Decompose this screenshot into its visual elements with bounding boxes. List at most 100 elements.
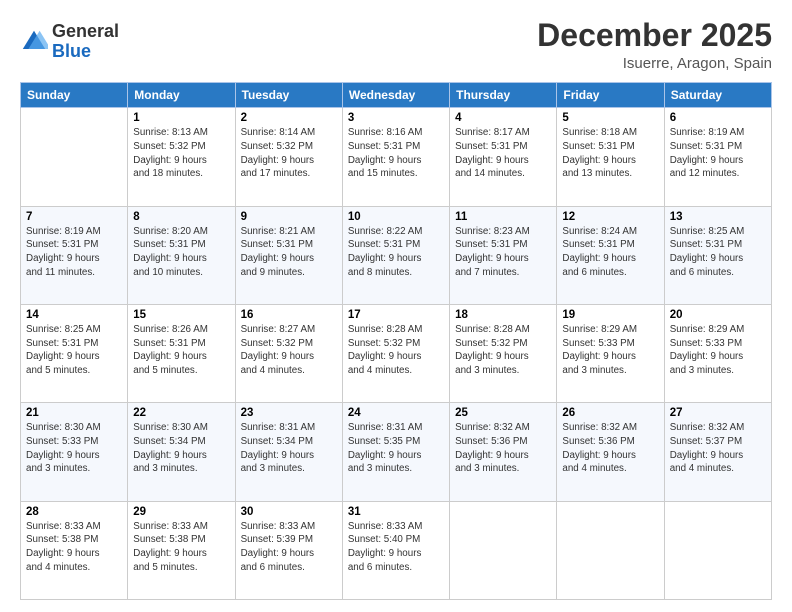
- calendar-table: SundayMondayTuesdayWednesdayThursdayFrid…: [20, 82, 772, 600]
- calendar-day-header: Sunday: [21, 83, 128, 108]
- day-number: 14: [26, 309, 122, 321]
- day-number: 12: [562, 211, 658, 223]
- day-number: 23: [241, 407, 337, 419]
- day-info: Sunrise: 8:33 AMSunset: 5:40 PMDaylight:…: [348, 520, 444, 575]
- day-info: Sunrise: 8:29 AMSunset: 5:33 PMDaylight:…: [670, 323, 766, 378]
- day-info: Sunrise: 8:29 AMSunset: 5:33 PMDaylight:…: [562, 323, 658, 378]
- calendar-week-row: 1Sunrise: 8:13 AMSunset: 5:32 PMDaylight…: [21, 108, 772, 206]
- day-number: 29: [133, 506, 229, 518]
- logo-text: General Blue: [52, 22, 119, 62]
- title-block: December 2025 Isuerre, Aragon, Spain: [537, 18, 772, 72]
- calendar-day-header: Saturday: [664, 83, 771, 108]
- calendar-cell: 25 Sunrise: 8:32 AMSunset: 5:36 PMDayligh…: [450, 403, 557, 501]
- day-number: 9: [241, 211, 337, 223]
- calendar-cell: 5Sunrise: 8:18 AMSunset: 5:31 PMDaylight…: [557, 108, 664, 206]
- calendar-week-row: 14 Sunrise: 8:25 AMSunset: 5:31 PMDayligh…: [21, 304, 772, 402]
- calendar-cell: 17 Sunrise: 8:28 AMSunset: 5:32 PMDayligh…: [342, 304, 449, 402]
- calendar-cell: 21Sunrise: 8:30 AMSunset: 5:33 PMDayligh…: [21, 403, 128, 501]
- calendar-header-row: SundayMondayTuesdayWednesdayThursdayFrid…: [21, 83, 772, 108]
- day-info: Sunrise: 8:32 AMSunset: 5:36 PMDaylight:…: [455, 421, 551, 476]
- day-number: 7: [26, 211, 122, 223]
- calendar-cell: [664, 501, 771, 599]
- calendar-cell: 11 Sunrise: 8:23 AMSunset: 5:31 PMDayligh…: [450, 206, 557, 304]
- calendar-day-header: Friday: [557, 83, 664, 108]
- day-number: 8: [133, 211, 229, 223]
- day-info: Sunrise: 8:31 AMSunset: 5:34 PMDaylight:…: [241, 421, 337, 476]
- day-info: Sunrise: 8:22 AMSunset: 5:31 PMDaylight:…: [348, 225, 444, 280]
- calendar-cell: 15Sunrise: 8:26 AMSunset: 5:31 PMDayligh…: [128, 304, 235, 402]
- calendar-cell: 30 Sunrise: 8:33 AMSunset: 5:39 PMDayligh…: [235, 501, 342, 599]
- calendar-day-header: Tuesday: [235, 83, 342, 108]
- calendar-cell: 10 Sunrise: 8:22 AMSunset: 5:31 PMDayligh…: [342, 206, 449, 304]
- day-number: 10: [348, 211, 444, 223]
- logo-general: General: [52, 22, 119, 42]
- day-number: 28: [26, 506, 122, 518]
- calendar-cell: 27Sunrise: 8:32 AMSunset: 5:37 PMDayligh…: [664, 403, 771, 501]
- logo: General Blue: [20, 22, 119, 62]
- day-info: Sunrise: 8:23 AMSunset: 5:31 PMDaylight:…: [455, 225, 551, 280]
- calendar-cell: 1Sunrise: 8:13 AMSunset: 5:32 PMDaylight…: [128, 108, 235, 206]
- day-number: 24: [348, 407, 444, 419]
- calendar-cell: 23 Sunrise: 8:31 AMSunset: 5:34 PMDayligh…: [235, 403, 342, 501]
- calendar-cell: 31 Sunrise: 8:33 AMSunset: 5:40 PMDayligh…: [342, 501, 449, 599]
- day-number: 3: [348, 112, 444, 124]
- day-number: 17: [348, 309, 444, 321]
- month-title: December 2025: [537, 18, 772, 53]
- day-number: 30: [241, 506, 337, 518]
- calendar-cell: 18Sunrise: 8:28 AMSunset: 5:32 PMDayligh…: [450, 304, 557, 402]
- day-info: Sunrise: 8:30 AMSunset: 5:34 PMDaylight:…: [133, 421, 229, 476]
- day-info: Sunrise: 8:17 AMSunset: 5:31 PMDaylight:…: [455, 126, 551, 181]
- calendar-cell: 26 Sunrise: 8:32 AMSunset: 5:36 PMDayligh…: [557, 403, 664, 501]
- day-number: 11: [455, 211, 551, 223]
- day-info: Sunrise: 8:19 AMSunset: 5:31 PMDaylight:…: [670, 126, 766, 181]
- calendar-cell: 29Sunrise: 8:33 AMSunset: 5:38 PMDayligh…: [128, 501, 235, 599]
- calendar-day-header: Wednesday: [342, 83, 449, 108]
- calendar-cell: [450, 501, 557, 599]
- day-info: Sunrise: 8:33 AMSunset: 5:39 PMDaylight:…: [241, 520, 337, 575]
- day-info: Sunrise: 8:16 AMSunset: 5:31 PMDaylight:…: [348, 126, 444, 181]
- calendar-cell: 28 Sunrise: 8:33 AMSunset: 5:38 PMDayligh…: [21, 501, 128, 599]
- calendar-day-header: Thursday: [450, 83, 557, 108]
- logo-blue: Blue: [52, 42, 119, 62]
- calendar-week-row: 7 Sunrise: 8:19 AMSunset: 5:31 PMDaylight…: [21, 206, 772, 304]
- day-info: Sunrise: 8:20 AMSunset: 5:31 PMDaylight:…: [133, 225, 229, 280]
- day-number: 20: [670, 309, 766, 321]
- day-number: 2: [241, 112, 337, 124]
- day-number: 31: [348, 506, 444, 518]
- calendar-cell: 2 Sunrise: 8:14 AMSunset: 5:32 PMDaylight…: [235, 108, 342, 206]
- day-number: 19: [562, 309, 658, 321]
- day-number: 25: [455, 407, 551, 419]
- calendar-week-row: 21Sunrise: 8:30 AMSunset: 5:33 PMDayligh…: [21, 403, 772, 501]
- calendar-week-row: 28 Sunrise: 8:33 AMSunset: 5:38 PMDayligh…: [21, 501, 772, 599]
- calendar-cell: 6Sunrise: 8:19 AMSunset: 5:31 PMDaylight…: [664, 108, 771, 206]
- day-info: Sunrise: 8:14 AMSunset: 5:32 PMDaylight:…: [241, 126, 337, 181]
- calendar-cell: 14 Sunrise: 8:25 AMSunset: 5:31 PMDayligh…: [21, 304, 128, 402]
- day-number: 16: [241, 309, 337, 321]
- day-number: 15: [133, 309, 229, 321]
- day-info: Sunrise: 8:21 AMSunset: 5:31 PMDaylight:…: [241, 225, 337, 280]
- day-number: 4: [455, 112, 551, 124]
- calendar-cell: 24 Sunrise: 8:31 AMSunset: 5:35 PMDayligh…: [342, 403, 449, 501]
- calendar-day-header: Monday: [128, 83, 235, 108]
- day-info: Sunrise: 8:33 AMSunset: 5:38 PMDaylight:…: [26, 520, 122, 575]
- day-info: Sunrise: 8:27 AMSunset: 5:32 PMDaylight:…: [241, 323, 337, 378]
- logo-icon: [20, 28, 48, 56]
- calendar-cell: 7 Sunrise: 8:19 AMSunset: 5:31 PMDaylight…: [21, 206, 128, 304]
- day-info: Sunrise: 8:24 AMSunset: 5:31 PMDaylight:…: [562, 225, 658, 280]
- calendar-cell: 13 Sunrise: 8:25 AMSunset: 5:31 PMDayligh…: [664, 206, 771, 304]
- page: General Blue December 2025 Isuerre, Arag…: [0, 0, 792, 612]
- day-info: Sunrise: 8:28 AMSunset: 5:32 PMDaylight:…: [348, 323, 444, 378]
- day-number: 13: [670, 211, 766, 223]
- header: General Blue December 2025 Isuerre, Arag…: [20, 18, 772, 72]
- calendar-cell: 3 Sunrise: 8:16 AMSunset: 5:31 PMDaylight…: [342, 108, 449, 206]
- day-info: Sunrise: 8:25 AMSunset: 5:31 PMDaylight:…: [26, 323, 122, 378]
- day-number: 26: [562, 407, 658, 419]
- day-info: Sunrise: 8:31 AMSunset: 5:35 PMDaylight:…: [348, 421, 444, 476]
- calendar-cell: 16 Sunrise: 8:27 AMSunset: 5:32 PMDayligh…: [235, 304, 342, 402]
- day-info: Sunrise: 8:13 AMSunset: 5:32 PMDaylight:…: [133, 126, 229, 181]
- day-info: Sunrise: 8:32 AMSunset: 5:36 PMDaylight:…: [562, 421, 658, 476]
- calendar-cell: 22Sunrise: 8:30 AMSunset: 5:34 PMDayligh…: [128, 403, 235, 501]
- calendar-cell: 12 Sunrise: 8:24 AMSunset: 5:31 PMDayligh…: [557, 206, 664, 304]
- day-info: Sunrise: 8:19 AMSunset: 5:31 PMDaylight:…: [26, 225, 122, 280]
- day-info: Sunrise: 8:25 AMSunset: 5:31 PMDaylight:…: [670, 225, 766, 280]
